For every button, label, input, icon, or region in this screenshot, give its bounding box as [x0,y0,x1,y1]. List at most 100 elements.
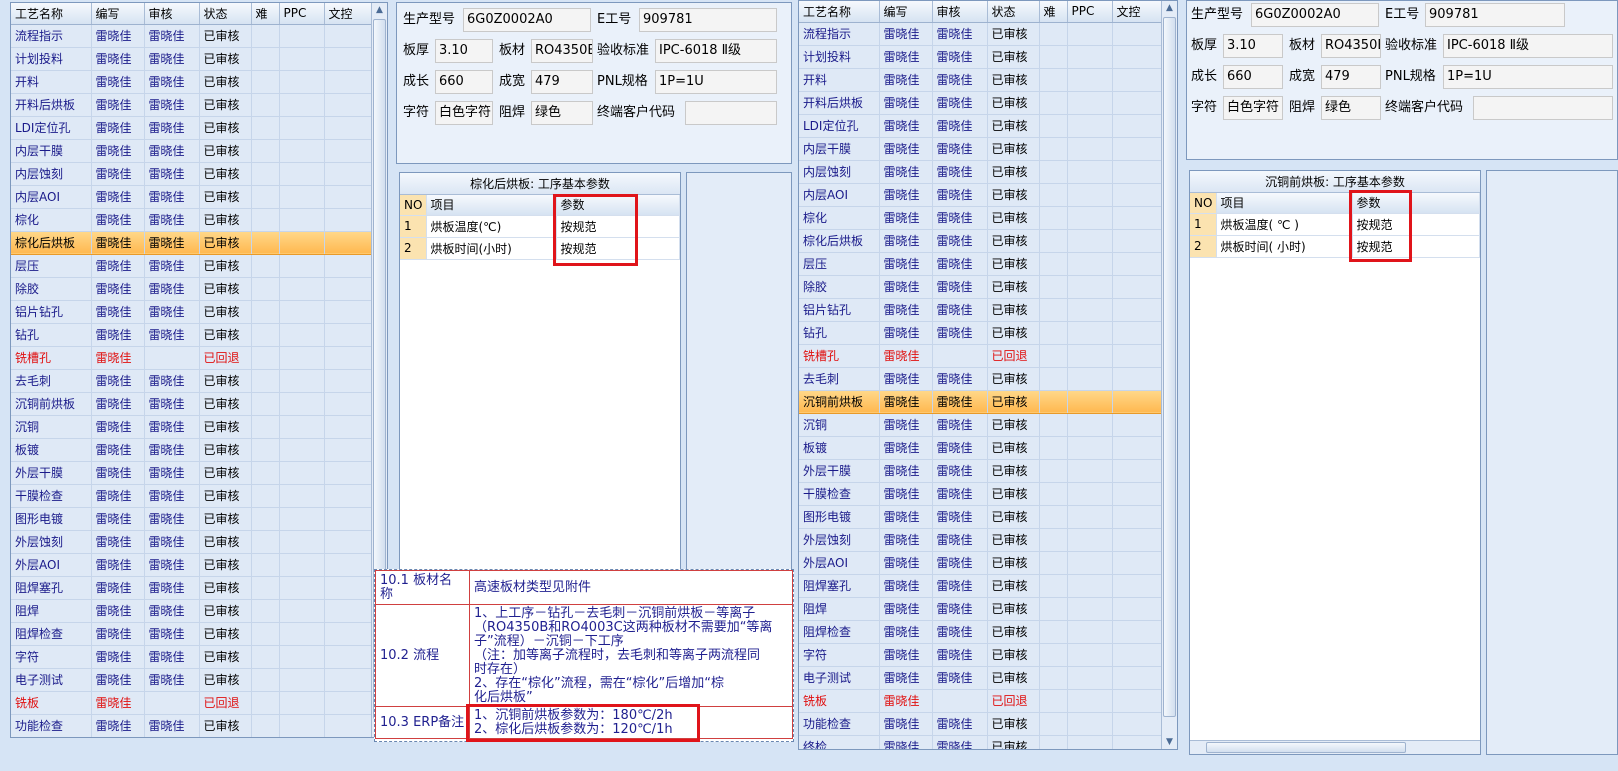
table-row[interactable]: 内层AOI 雷晓佳 雷晓佳 已审核 [11,185,372,209]
process-name-cell[interactable]: 阻焊 [11,599,92,623]
eno-field[interactable]: 909781 [1425,3,1565,27]
author-cell[interactable]: 雷晓佳 [879,551,933,575]
author-cell[interactable]: 雷晓佳 [91,461,145,485]
reviewer-cell[interactable]: 雷晓佳 [932,620,988,644]
reviewer-cell[interactable] [932,344,988,368]
process-name-cell[interactable]: 阻焊塞孔 [799,574,880,598]
process-name-cell[interactable]: 图形电镀 [11,507,92,531]
reviewer-cell[interactable]: 雷晓佳 [932,183,988,207]
difficulty-cell[interactable] [1039,643,1068,667]
reviewer-cell[interactable]: 雷晓佳 [144,622,200,646]
process-name-cell[interactable]: 钻孔 [11,323,92,347]
author-cell[interactable]: 雷晓佳 [879,390,933,414]
reviewer-cell[interactable]: 雷晓佳 [144,392,200,416]
author-cell[interactable]: 雷晓佳 [879,229,933,253]
author-cell[interactable]: 雷晓佳 [91,415,145,439]
table-row[interactable]: 阻焊检查 雷晓佳 雷晓佳 已审核 [11,622,372,646]
author-cell[interactable]: 雷晓佳 [879,367,933,391]
ppc-cell[interactable] [1067,505,1113,529]
ppc-cell[interactable] [1067,551,1113,575]
difficulty-cell[interactable] [251,93,280,117]
process-name-cell[interactable]: 去毛刺 [11,369,92,393]
doc-cell[interactable] [1112,620,1162,644]
reviewer-cell[interactable]: 雷晓佳 [144,277,200,301]
author-cell[interactable]: 雷晓佳 [91,668,145,692]
difficulty-cell[interactable] [251,668,280,692]
table-row[interactable]: 终检雷晓佳雷晓佳已审核 [11,737,371,738]
status-cell[interactable]: 已审核 [987,252,1040,276]
table-row[interactable]: 除胶 雷晓佳 雷晓佳 已审核 [11,277,372,301]
process-name-cell[interactable]: 内层AOI [799,183,880,207]
process-name-cell[interactable]: 开料后烘板 [11,93,92,117]
status-cell[interactable]: 已审核 [199,70,252,94]
process-name-cell[interactable]: 棕化 [11,208,92,232]
status-cell[interactable]: 已审核 [987,551,1040,575]
author-cell[interactable]: 雷晓佳 [91,530,145,554]
status-cell[interactable]: 已审核 [987,436,1040,460]
length-field[interactable]: 660 [435,70,493,94]
doc-cell[interactable] [324,530,372,554]
status-cell[interactable]: 已审核 [199,208,252,232]
process-name-cell[interactable]: 铝片钻孔 [11,300,92,324]
table-row[interactable]: 流程指示 雷晓佳 雷晓佳 已审核 [11,24,372,48]
table-row[interactable]: 外层干膜 雷晓佳 雷晓佳 已审核 [11,461,372,485]
difficulty-cell[interactable] [251,438,280,462]
status-cell[interactable]: 已审核 [199,300,252,324]
status-cell[interactable]: 已审核 [199,576,252,600]
ppc-cell[interactable] [279,553,325,577]
difficulty-cell[interactable] [251,461,280,485]
status-cell[interactable]: 已审核 [199,645,252,669]
doc-cell[interactable] [324,461,372,485]
status-cell[interactable]: 已审核 [199,369,252,393]
doc-cell[interactable] [324,576,372,600]
doc-cell[interactable] [324,231,372,255]
difficulty-cell[interactable] [1039,22,1068,46]
difficulty-cell[interactable] [251,507,280,531]
author-cell[interactable]: 雷晓佳 [879,735,933,749]
difficulty-cell[interactable] [251,530,280,554]
doc-cell[interactable] [324,208,372,232]
ppc-cell[interactable] [1067,528,1113,552]
difficulty-cell[interactable] [1039,597,1068,621]
author-cell[interactable]: 雷晓佳 [879,413,933,437]
status-cell[interactable]: 已审核 [987,367,1040,391]
standard-field[interactable]: IPC-6018 Ⅱ级 [1443,34,1613,58]
author-cell[interactable]: 雷晓佳 [879,160,933,184]
reviewer-cell[interactable]: 雷晓佳 [144,300,200,324]
reviewer-cell[interactable]: 雷晓佳 [144,369,200,393]
status-cell[interactable]: 已审核 [199,484,252,508]
status-cell[interactable]: 已审核 [987,413,1040,437]
status-cell[interactable]: 已审核 [987,183,1040,207]
table-row[interactable]: LDI定位孔 雷晓佳 雷晓佳 已审核 [799,114,1162,138]
difficulty-cell[interactable] [1039,666,1068,690]
ppc-cell[interactable] [279,714,325,737]
doc-cell[interactable] [324,415,372,439]
difficulty-cell[interactable] [1039,482,1068,506]
table-row[interactable]: 铝片钻孔 雷晓佳 雷晓佳 已审核 [11,300,372,324]
table-row[interactable]: 干膜检查 雷晓佳 雷晓佳 已审核 [11,484,372,508]
reviewer-cell[interactable]: 雷晓佳 [144,507,200,531]
author-cell[interactable]: 雷晓佳 [91,116,145,140]
difficulty-cell[interactable] [251,24,280,48]
difficulty-cell[interactable] [251,139,280,163]
process-name-cell[interactable]: 除胶 [11,277,92,301]
reviewer-cell[interactable]: 雷晓佳 [144,576,200,600]
doc-cell[interactable] [1112,206,1162,230]
doc-cell[interactable] [324,668,372,692]
col-header-name[interactable]: 工艺名称 [799,1,880,23]
ppc-cell[interactable] [1067,22,1113,46]
customer-field[interactable] [685,101,777,125]
table-row[interactable]: 功能检查 雷晓佳 雷晓佳 已审核 [11,714,372,737]
table-row[interactable]: 外层AOI 雷晓佳 雷晓佳 已审核 [799,551,1162,575]
process-name-cell[interactable]: 铣板 [11,691,92,715]
ppc-cell[interactable] [1067,45,1113,69]
reviewer-cell[interactable]: 雷晓佳 [144,438,200,462]
author-cell[interactable]: 雷晓佳 [879,137,933,161]
mask-field[interactable]: 绿色 [1321,96,1381,120]
table-row[interactable]: 层压 雷晓佳 雷晓佳 已审核 [799,252,1162,276]
reviewer-cell[interactable]: 雷晓佳 [932,22,988,46]
doc-cell[interactable] [324,139,372,163]
process-name-cell[interactable]: 内层干膜 [799,137,880,161]
status-cell[interactable]: 已审核 [199,139,252,163]
difficulty-cell[interactable] [251,254,280,278]
